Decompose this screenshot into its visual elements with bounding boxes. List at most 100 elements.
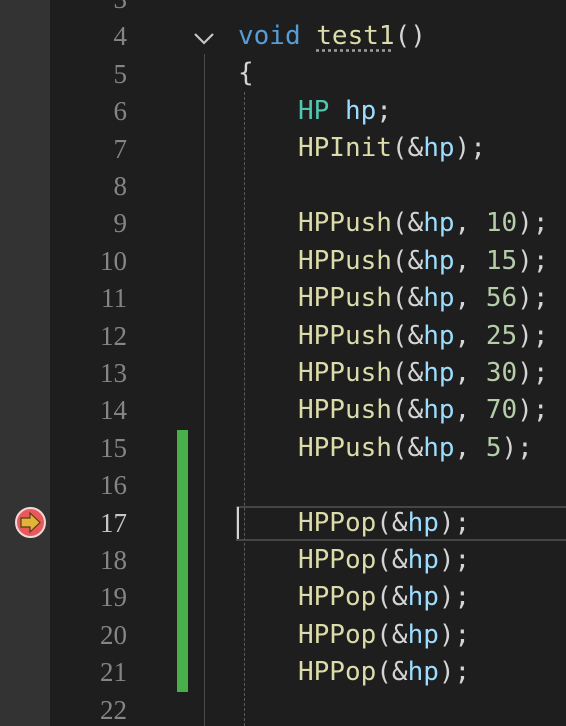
keyword-void: void xyxy=(238,21,301,51)
close-paren-semicolon: ); xyxy=(438,657,471,688)
function-call: HPPush xyxy=(298,432,392,463)
indent-guide xyxy=(244,92,245,726)
function-call: HPPop xyxy=(298,582,377,613)
code-line-push[interactable]: HPPush(&hp, 15); xyxy=(298,243,548,280)
code-line-7[interactable]: HPInit(&hp); xyxy=(298,130,486,167)
line-number: 16 xyxy=(100,470,127,501)
open-paren-amp: (& xyxy=(376,545,408,575)
argument-variable: hp xyxy=(423,358,455,388)
line-number: 13 xyxy=(100,358,127,388)
comma: , xyxy=(454,432,486,463)
code-line-push[interactable]: HPPush(&hp, 56); xyxy=(298,280,548,317)
argument-variable: hp xyxy=(423,283,455,314)
line-number: 17 xyxy=(100,507,127,538)
text-caret xyxy=(237,507,239,539)
line-number: 12 xyxy=(100,320,127,351)
code-line-push[interactable]: HPPush(&hp, 10); xyxy=(298,205,548,242)
breakpoint-current-statement-icon[interactable] xyxy=(14,506,47,539)
function-call: HPPush xyxy=(298,395,392,426)
open-paren-amp: (& xyxy=(376,619,408,650)
code-line-push[interactable]: HPPush(&hp, 70); xyxy=(298,392,548,429)
comma: , xyxy=(454,358,486,388)
open-paren-amp: (& xyxy=(376,657,408,688)
argument-variable: hp xyxy=(423,245,455,276)
code-line-pop[interactable]: HPPop(&hp); xyxy=(298,617,470,654)
code-editor[interactable]: 345678910111213141516171819202122 void t… xyxy=(0,0,566,726)
function-call: HPPop xyxy=(298,545,377,575)
close-paren-semicolon: ); xyxy=(454,133,486,163)
open-paren-amp: (& xyxy=(391,395,424,426)
line-number: 15 xyxy=(100,432,127,463)
open-paren-amp: (& xyxy=(391,133,424,163)
code-line-push[interactable]: HPPush(&hp, 25); xyxy=(298,318,548,355)
line-number: 8 xyxy=(113,171,128,201)
comma: , xyxy=(454,283,486,314)
close-paren-semicolon: ); xyxy=(501,432,533,463)
argument-variable: hp xyxy=(407,657,439,688)
line-number: 11 xyxy=(101,283,127,314)
line-number: 3 xyxy=(57,0,128,18)
function-call: HPInit xyxy=(298,133,392,163)
type-name: HP xyxy=(298,96,330,126)
function-call: HPPop xyxy=(298,619,377,650)
open-brace: { xyxy=(238,58,254,88)
number-literal: 25 xyxy=(485,320,518,351)
comma: , xyxy=(454,320,486,351)
code-line-6[interactable]: HP hp; xyxy=(298,93,392,130)
argument-variable: hp xyxy=(423,432,455,463)
code-line-pop[interactable]: HPPop(&hp); xyxy=(298,654,470,691)
line-number: 7 xyxy=(113,133,128,164)
close-paren-semicolon: ); xyxy=(438,507,471,538)
open-paren-amp: (& xyxy=(391,283,424,314)
variable-name: hp xyxy=(344,96,377,126)
code-line-push[interactable]: HPPush(&hp, 30); xyxy=(298,355,548,392)
close-paren-semicolon: ); xyxy=(517,395,549,426)
number-literal: 15 xyxy=(485,245,518,276)
line-number-gutter: 3 4 5 6 7 8 9 10 11 12 13 14 15 16 17 18 19 20 21 22 xyxy=(60,0,130,726)
open-paren-amp: (& xyxy=(376,582,408,613)
close-paren-semicolon: ); xyxy=(438,545,471,575)
code-line-5[interactable]: { xyxy=(238,55,254,92)
code-line-push[interactable]: HPPush(&hp, 5); xyxy=(298,430,533,467)
number-literal: 30 xyxy=(485,358,518,388)
open-paren-amp: (& xyxy=(391,320,424,351)
close-paren-semicolon: ); xyxy=(517,283,549,314)
fold-region-guide xyxy=(204,54,205,726)
close-paren-semicolon: ); xyxy=(438,582,471,613)
line-number: 20 xyxy=(100,619,127,650)
close-paren-semicolon: ); xyxy=(517,208,549,239)
function-name: test1 xyxy=(316,21,395,51)
code-line-pop[interactable]: HPPop(&hp); xyxy=(298,542,470,579)
open-paren-amp: (& xyxy=(376,507,408,538)
close-paren-semicolon: ); xyxy=(438,619,471,650)
chevron-down-icon[interactable] xyxy=(192,26,216,50)
argument-variable: hp xyxy=(423,133,455,163)
code-line-pop[interactable]: HPPop(&hp); xyxy=(298,505,470,542)
code-line-4[interactable]: void test1() xyxy=(238,18,426,55)
change-tracking-bar xyxy=(177,430,188,692)
comma: , xyxy=(454,395,486,426)
function-call: HPPop xyxy=(298,507,377,538)
close-paren-semicolon: ); xyxy=(517,320,549,351)
open-paren-amp: (& xyxy=(391,208,424,239)
argument-variable: hp xyxy=(407,507,439,538)
argument-variable: hp xyxy=(423,395,455,426)
comma: , xyxy=(454,245,486,276)
function-call: HPPush xyxy=(298,208,392,239)
line-number: 5 xyxy=(113,58,128,89)
open-paren-amp: (& xyxy=(391,358,424,388)
glyph-margin[interactable] xyxy=(0,0,50,726)
line-number: 10 xyxy=(100,245,127,276)
argument-variable: hp xyxy=(407,582,439,613)
number-literal: 56 xyxy=(485,283,518,314)
function-call: HPPush xyxy=(298,320,392,351)
semicolon: ; xyxy=(376,96,392,126)
code-line-pop[interactable]: HPPop(&hp); xyxy=(298,579,470,616)
argument-variable: hp xyxy=(407,619,439,650)
open-paren-amp: (& xyxy=(391,432,424,463)
number-literal: 10 xyxy=(485,208,518,239)
line-number: 4 xyxy=(113,21,128,52)
line-number: 19 xyxy=(100,582,127,613)
close-paren-semicolon: ); xyxy=(517,245,549,276)
function-call: HPPop xyxy=(298,657,377,688)
